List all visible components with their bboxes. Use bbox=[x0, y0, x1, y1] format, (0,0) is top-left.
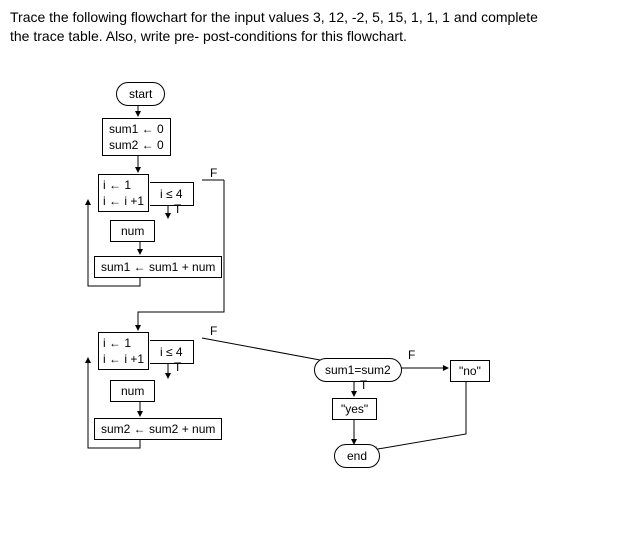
node-init: sum1 ← 0 sum2 ← 0 bbox=[102, 118, 171, 156]
node-compare: sum1=sum2 bbox=[314, 358, 402, 382]
loop2-inc: i ← i +1 bbox=[103, 352, 144, 366]
loop2-F: F bbox=[210, 324, 217, 338]
node-start: start bbox=[116, 82, 165, 106]
instructions: Trace the following flowchart for the in… bbox=[10, 8, 630, 46]
read2: num bbox=[121, 384, 144, 398]
accum2: sum2 ← sum2 + num bbox=[101, 422, 215, 436]
node-accum2: sum2 ← sum2 + num bbox=[94, 418, 222, 440]
loop2-cond: i ≤ 4 bbox=[160, 345, 183, 359]
instr-line1: Trace the following flowchart for the in… bbox=[10, 9, 538, 25]
init1: sum1 ← 0 bbox=[109, 122, 164, 136]
no-label: "no" bbox=[459, 364, 481, 378]
compare: sum1=sum2 bbox=[325, 363, 391, 377]
loop1-init: i ← 1 bbox=[103, 178, 131, 192]
compare-F: F bbox=[408, 348, 415, 362]
flowchart-canvas: start sum1 ← 0 sum2 ← 0 i ← 1 i ← i +1 i… bbox=[10, 82, 630, 522]
node-loop1-cond: i ≤ 4 bbox=[150, 182, 194, 206]
node-loop1-iters: i ← 1 i ← i +1 bbox=[98, 174, 149, 212]
loop2-init: i ← 1 bbox=[103, 336, 131, 350]
init2: sum2 ← 0 bbox=[109, 138, 164, 152]
loop1-inc: i ← i +1 bbox=[103, 194, 144, 208]
node-read1: num bbox=[110, 220, 155, 242]
yes-label: "yes" bbox=[341, 402, 368, 416]
accum1: sum1 ← sum1 + num bbox=[101, 260, 215, 274]
node-accum1: sum1 ← sum1 + num bbox=[94, 256, 222, 278]
instr-line2: the trace table. Also, write pre- post-c… bbox=[10, 28, 407, 44]
node-loop2-cond: i ≤ 4 bbox=[150, 340, 194, 364]
node-no: "no" bbox=[450, 360, 490, 382]
end-label: end bbox=[347, 449, 367, 463]
node-read2: num bbox=[110, 380, 155, 402]
loop1-cond: i ≤ 4 bbox=[160, 187, 183, 201]
compare-T: T bbox=[360, 378, 367, 392]
node-end: end bbox=[334, 444, 380, 468]
loop2-T: T bbox=[174, 360, 181, 374]
node-loop2-iters: i ← 1 i ← i +1 bbox=[98, 332, 149, 370]
read1: num bbox=[121, 224, 144, 238]
loop1-T: T bbox=[174, 202, 181, 216]
start-label: start bbox=[129, 87, 152, 101]
loop1-F: F bbox=[210, 166, 217, 180]
node-yes: "yes" bbox=[332, 398, 377, 420]
